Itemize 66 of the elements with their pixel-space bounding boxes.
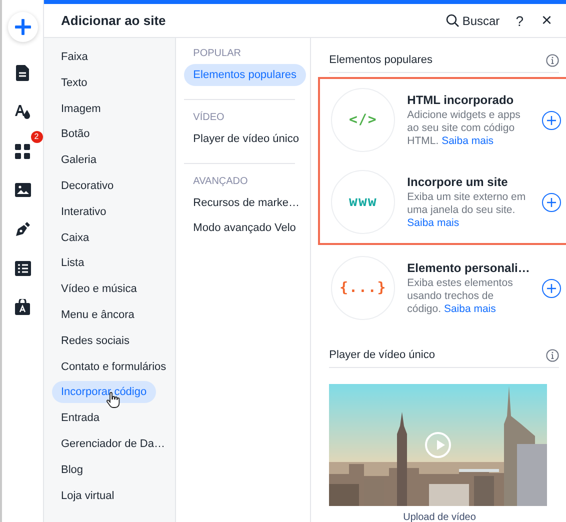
category-item[interactable]: Vídeo e música (52, 278, 146, 300)
search-icon (446, 14, 460, 27)
learn-more-link[interactable]: Saiba mais (444, 302, 496, 314)
category-item[interactable]: Menu e âncora (52, 304, 144, 326)
plus-icon (546, 198, 556, 206)
category-item[interactable]: Botão (52, 123, 99, 146)
category-item[interactable]: Decorativo (52, 174, 123, 197)
add-icon (14, 19, 30, 35)
subcategory-item[interactable]: Modo avançado Velo (184, 217, 305, 239)
element-description: Exiba um site externo em uma janela do seu site. Saiba mais (407, 190, 527, 230)
element-row[interactable]: {...} Elemento personali… Exiba estes elementos usando trechos de código. Saiba mais (318, 245, 566, 331)
category-item[interactable]: Gerenciador de Da… (52, 432, 174, 455)
video-caption: Upload de vídeo (403, 512, 476, 522)
category-item[interactable]: Redes sociais (52, 330, 138, 352)
pen-icon (14, 221, 30, 237)
group-heading: POPULAR (192, 47, 241, 61)
category-item[interactable]: Imagem (52, 98, 110, 120)
category-item[interactable]: Texto (52, 72, 96, 94)
close-button[interactable]: × (537, 8, 556, 33)
info-icon[interactable] (546, 54, 559, 66)
category-item[interactable]: Interativo (52, 200, 116, 223)
code-symbol: www (349, 194, 378, 210)
group-heading: AVANÇADO (192, 175, 248, 189)
panel-title: Adicionar ao site (61, 13, 167, 28)
category-item[interactable]: Lista (52, 252, 94, 274)
shopping-bag-icon (15, 299, 30, 315)
add-element-button[interactable] (542, 192, 561, 212)
category-item[interactable]: Contato e formulários (52, 356, 176, 378)
notification-badge: 2 (30, 131, 42, 143)
subcategory-item[interactable]: Recursos de marke… (184, 192, 309, 214)
code-symbol: </> (349, 112, 378, 128)
section-title: Player de vídeo único (329, 349, 435, 361)
image-icon (14, 183, 30, 197)
font-drop-icon (14, 104, 32, 120)
category-item[interactable]: Faixa (52, 46, 97, 68)
group-heading: VÍDEO (192, 110, 224, 125)
play-icon (434, 440, 445, 450)
document-icon (16, 65, 29, 81)
category-item[interactable]: Entrada (52, 407, 109, 430)
help-button[interactable]: ? (512, 10, 528, 30)
element-title: Elemento personali… (407, 260, 530, 274)
element-description: Exiba estes elementos usando trechos de código. Saiba mais (407, 276, 514, 316)
plus-icon (546, 116, 556, 124)
element-description: Adicione widgets e apps ao seu site com código HTML. Saiba mais (407, 108, 522, 148)
subcategory-item[interactable]: Player de vídeo único (184, 128, 308, 150)
element-title: Incorpore um site (407, 174, 509, 188)
section-title: Elementos populares (329, 54, 433, 66)
add-element-button[interactable] (542, 110, 561, 130)
apps-icon (15, 144, 30, 158)
learn-more-link[interactable]: Saiba mais (407, 216, 460, 228)
category-item[interactable]: Blog (52, 458, 92, 481)
category-item[interactable]: Loja virtual (52, 484, 124, 507)
learn-more-link[interactable]: Saiba mais (442, 134, 494, 146)
code-symbol: {...} (340, 280, 387, 296)
plus-icon (546, 284, 556, 292)
info-icon[interactable] (546, 348, 559, 362)
highlighted-element-row[interactable]: www Incorpore um site Exiba um site externo em uma janela do seu site. Saiba mais (318, 161, 566, 245)
category-item[interactable]: Galeria (52, 149, 106, 172)
highlighted-element-row[interactable]: </> HTML incorporado Adicione widgets e apps ao seu site com código HTML. Saiba mais (318, 77, 566, 161)
subcategory-item[interactable]: Elementos populares (184, 64, 306, 86)
table-icon (14, 260, 30, 276)
search-button[interactable]: Buscar (444, 12, 502, 30)
category-item[interactable]: Caixa (52, 226, 98, 249)
add-button[interactable] (8, 12, 38, 42)
add-element-button[interactable] (542, 278, 561, 298)
element-title: HTML incorporado (407, 92, 515, 106)
